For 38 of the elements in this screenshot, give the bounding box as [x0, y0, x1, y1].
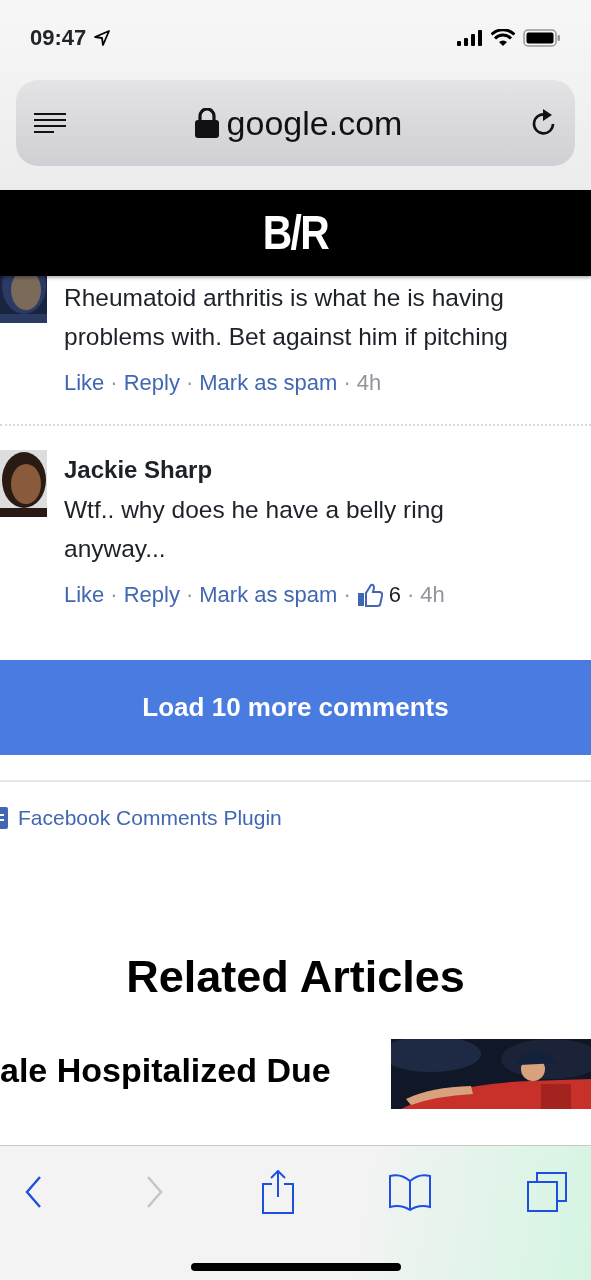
- separator-dot: ·: [343, 581, 351, 609]
- section-heading: Related Articles: [125, 953, 466, 999]
- comment-text: Wtf.. why does he have a belly ring anyway...: [64, 495, 445, 564]
- like-count: 6: [388, 581, 401, 609]
- separator-dot: ·: [110, 581, 118, 609]
- comment-time: 4h: [356, 369, 382, 397]
- separator-dot: ·: [343, 369, 351, 397]
- comment-time: 4h: [420, 581, 445, 609]
- author-name[interactable]: Jackie Sharp: [64, 450, 445, 490]
- separator-dot: ·: [185, 369, 194, 397]
- reader-view-icon[interactable]: [34, 112, 66, 134]
- plugin-link[interactable]: Facebook Comments Plugin: [18, 802, 282, 834]
- action-link[interactable]: Reply: [123, 580, 180, 610]
- signal-icon: [457, 29, 483, 46]
- action-link[interactable]: Reply: [123, 368, 180, 398]
- separator-dot: ·: [185, 581, 194, 609]
- share-icon[interactable]: [261, 1170, 294, 1214]
- action-link[interactable]: Like: [64, 580, 105, 610]
- article-title[interactable]: ale Hospitalized Due: [0, 1048, 331, 1109]
- reload-icon[interactable]: [531, 109, 557, 137]
- separator-dot: ·: [407, 581, 415, 609]
- wifi-icon: [491, 28, 515, 47]
- url-text[interactable]: google.com: [226, 97, 403, 149]
- separator-dot: ·: [110, 369, 118, 397]
- battery-icon: [523, 28, 561, 47]
- book-icon[interactable]: [389, 1173, 432, 1211]
- clock-time: 09:47: [30, 24, 87, 52]
- load-more-button[interactable]: Load 10 more comments: [0, 660, 591, 755]
- tabs-icon[interactable]: [527, 1172, 567, 1212]
- action-link[interactable]: Mark as spam: [199, 368, 338, 398]
- location-arrow-icon: [94, 29, 111, 46]
- plugin-icon: [0, 806, 8, 829]
- site-logo[interactable]: B/R: [262, 209, 329, 257]
- thumbs-up-icon: [356, 582, 383, 608]
- comment-text: Rheumatoid arthritis is what he is having problems with. Bet against him if pitching: [64, 283, 508, 352]
- lock-icon: [194, 108, 219, 138]
- action-link[interactable]: Like: [64, 368, 105, 398]
- action-link[interactable]: Mark as spam: [199, 580, 338, 610]
